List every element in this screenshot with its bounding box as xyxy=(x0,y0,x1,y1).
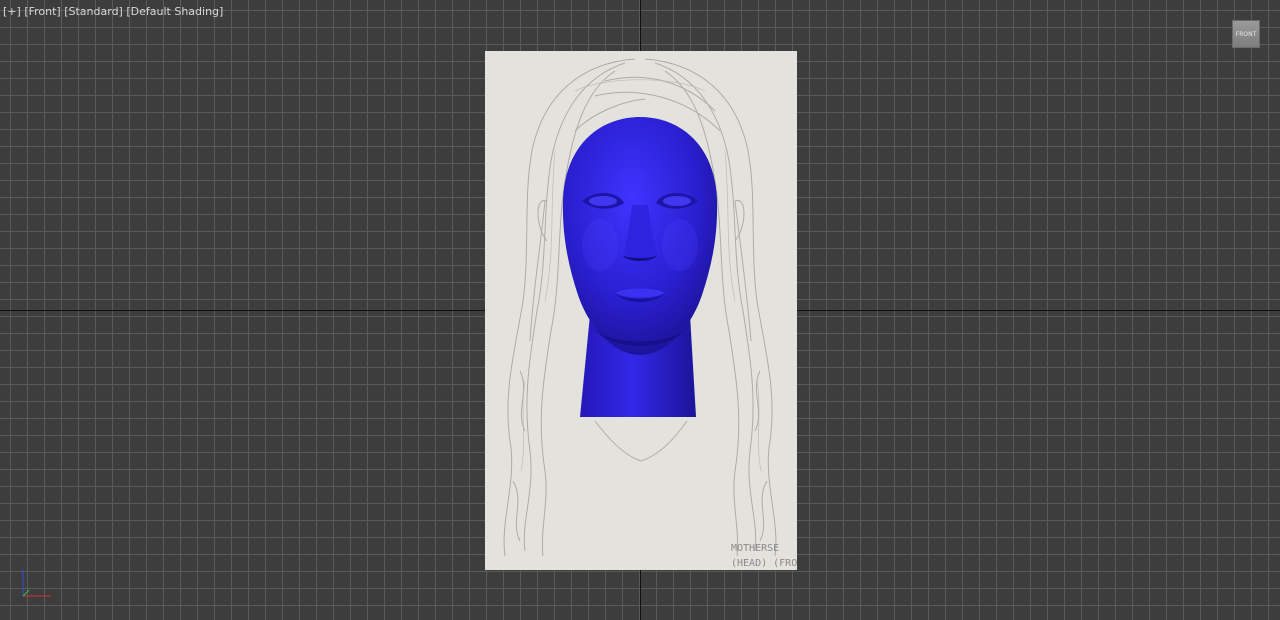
svg-text:z: z xyxy=(21,570,24,576)
front-viewport[interactable]: [+] [Front] [Standard] [Default Shading]… xyxy=(0,0,1280,620)
viewport-general-menu[interactable]: [+] xyxy=(3,5,21,18)
sketch-annotation-line2: (HEAD) (FRO xyxy=(731,558,797,569)
sketch-annotation-line1: MOTHERSE xyxy=(731,543,780,554)
viewport-shading-menu[interactable]: [Default Shading] xyxy=(126,5,223,18)
sketch-annotation: MOTHERSE (HEAD) (FRO xyxy=(731,541,797,570)
viewport-camera-menu[interactable]: [Standard] xyxy=(64,5,123,18)
viewcube-icon[interactable]: FRONT xyxy=(1232,20,1260,48)
viewport-point-of-view-menu[interactable]: [Front] xyxy=(24,5,60,18)
viewcube-face-label: FRONT xyxy=(1235,30,1257,38)
viewport-label-menu: [+] [Front] [Standard] [Default Shading] xyxy=(3,5,223,18)
head-mesh-model[interactable] xyxy=(560,115,720,420)
axis-tripod-icon: z xyxy=(21,570,51,597)
